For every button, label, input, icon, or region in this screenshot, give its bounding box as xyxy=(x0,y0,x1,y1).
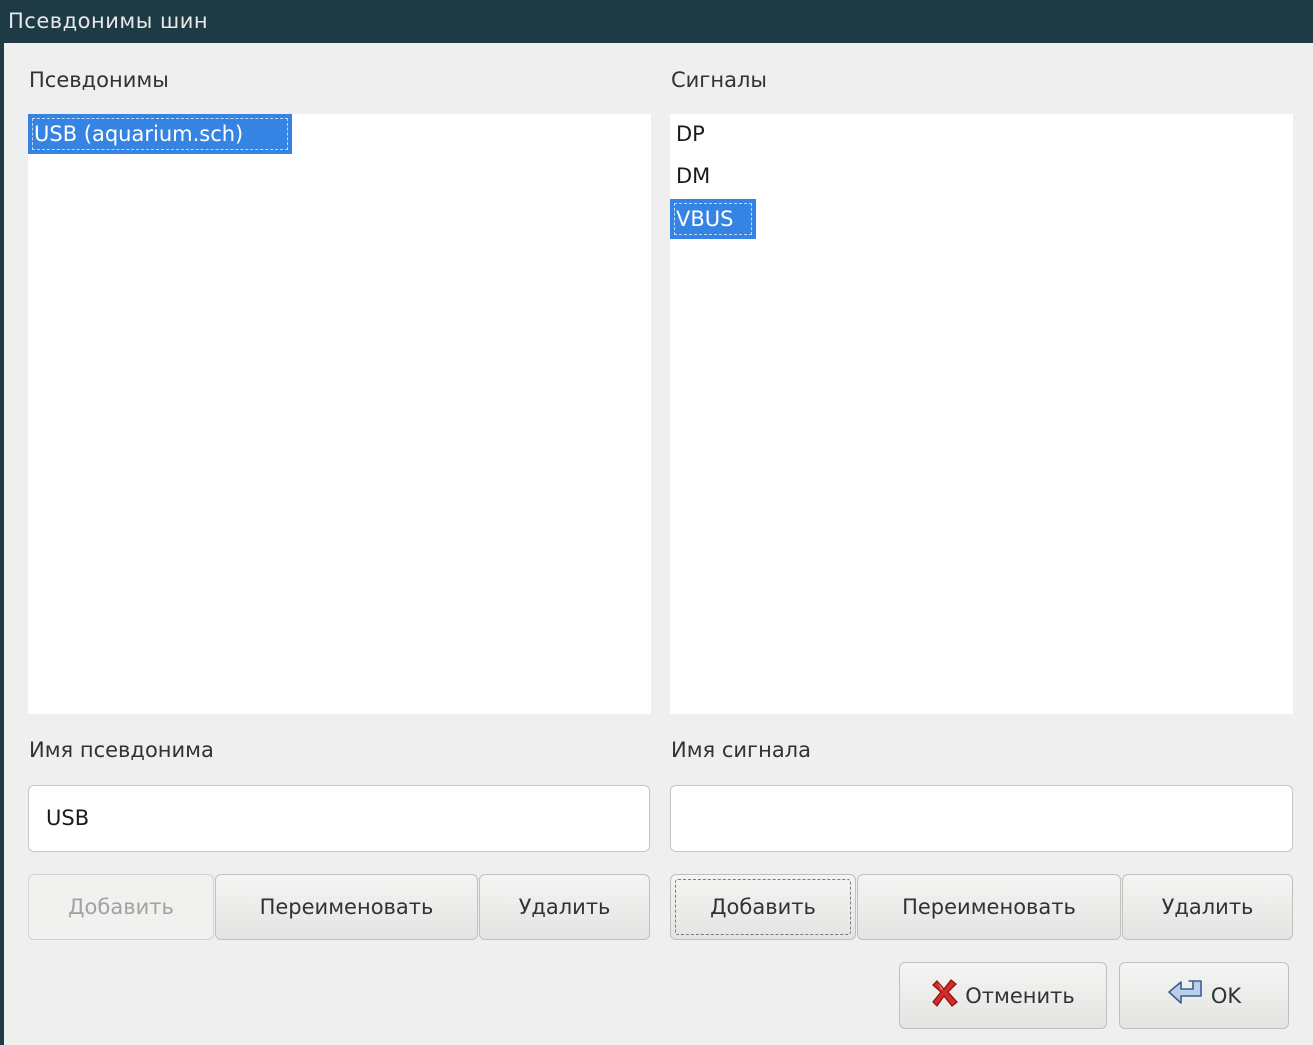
signal-item-label: DM xyxy=(676,164,711,188)
alias-list-item[interactable]: USB (aquarium.sch) xyxy=(28,114,292,154)
cancel-label: Отменить xyxy=(965,983,1075,1008)
alias-name-input[interactable]: USB xyxy=(28,785,650,852)
ok-button[interactable]: OK xyxy=(1119,962,1289,1029)
signal-list-item[interactable]: DP xyxy=(670,114,711,154)
alias-rename-button[interactable]: Переименовать xyxy=(215,874,478,940)
aliases-heading: Псевдонимы xyxy=(29,68,169,92)
signal-list-item[interactable]: VBUS xyxy=(670,199,756,239)
enter-arrow-icon xyxy=(1167,978,1207,1013)
ok-label: OK xyxy=(1210,983,1242,1008)
window-title: Псевдонимы шин xyxy=(0,0,1313,43)
signals-heading: Сигналы xyxy=(671,68,767,92)
alias-add-button[interactable]: Добавить xyxy=(28,874,214,940)
signal-add-button[interactable]: Добавить xyxy=(670,874,856,940)
red-x-icon xyxy=(931,977,961,1014)
alias-delete-button[interactable]: Удалить xyxy=(479,874,650,940)
signal-list-item[interactable]: DM xyxy=(670,156,716,196)
signal-add-label: Добавить xyxy=(710,895,816,919)
signals-list[interactable]: DP DM VBUS xyxy=(670,114,1293,714)
aliases-list[interactable]: USB (aquarium.sch) xyxy=(28,114,651,714)
signal-item-label: VBUS xyxy=(676,207,734,231)
bus-aliases-dialog: Псевдонимы шин Псевдонимы USB (aquarium.… xyxy=(0,0,1313,1045)
cancel-button[interactable]: Отменить xyxy=(899,962,1107,1029)
signal-name-input[interactable] xyxy=(670,785,1293,852)
signal-item-label: DP xyxy=(676,122,705,146)
window-border xyxy=(0,0,4,1045)
signal-rename-button[interactable]: Переименовать xyxy=(857,874,1121,940)
alias-name-label: Имя псевдонима xyxy=(29,738,214,762)
signal-name-label: Имя сигнала xyxy=(671,738,811,762)
alias-item-label: USB (aquarium.sch) xyxy=(34,122,244,146)
signal-delete-button[interactable]: Удалить xyxy=(1122,874,1293,940)
